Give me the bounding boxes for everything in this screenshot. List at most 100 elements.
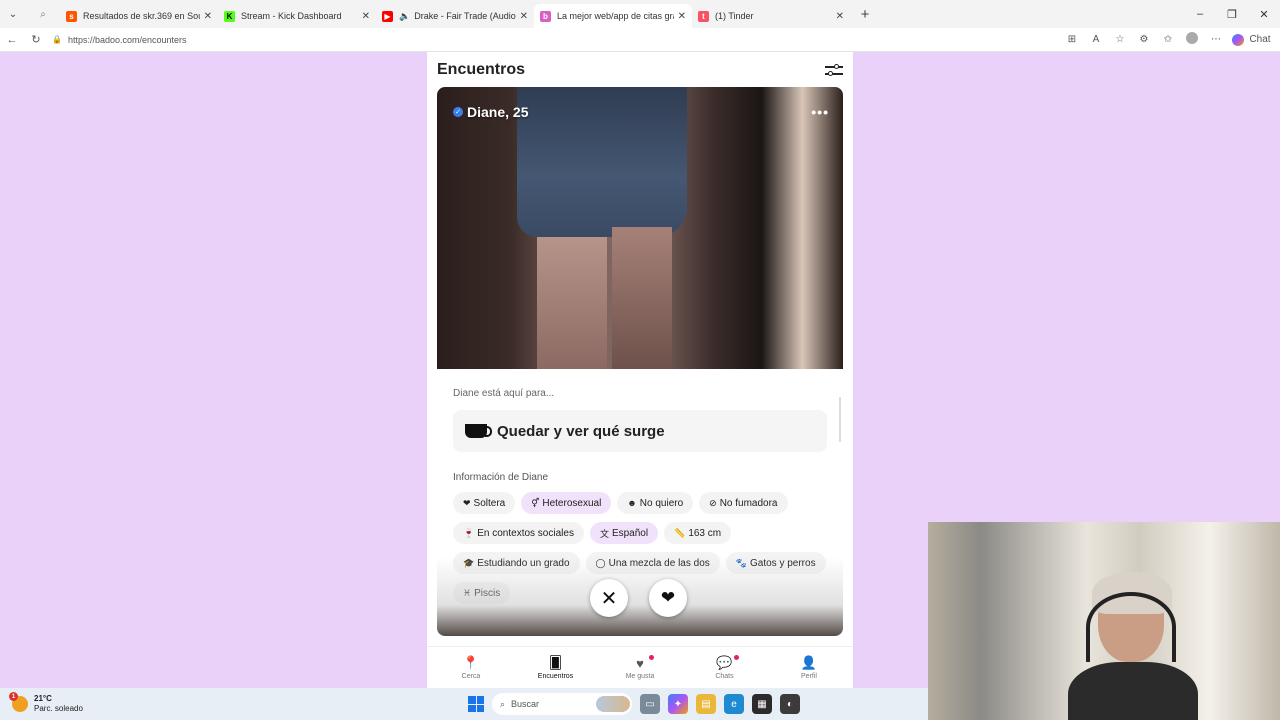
- temperature: 21°C: [34, 694, 52, 703]
- profile-photo[interactable]: ✓ Diane, 25 •••: [437, 87, 843, 369]
- weather-widget[interactable]: 1 21°C Parc. soleado: [9, 692, 83, 714]
- copilot-chat-button[interactable]: Chat: [1232, 33, 1272, 46]
- taskbar-search[interactable]: ⌕ Buscar: [492, 693, 632, 715]
- split-screen-icon[interactable]: ⊞: [1060, 34, 1084, 45]
- nav-item-me-gusta[interactable]: ♥ Me gusta: [610, 647, 670, 688]
- weather-text: 21°C Parc. soleado: [34, 694, 83, 714]
- nav-item-chats[interactable]: 💬 Chats: [695, 647, 755, 688]
- filter-sliders-icon[interactable]: [825, 63, 843, 77]
- windows-start-icon[interactable]: [468, 696, 484, 712]
- read-aloud-icon[interactable]: A: [1084, 34, 1108, 45]
- address-bar-row: ← ↻ 🔒 https://badoo.com/encounters ⊞ A ☆…: [0, 28, 1280, 52]
- favorite-star-icon[interactable]: ☆: [1108, 34, 1132, 45]
- chip-label: 163 cm: [688, 527, 722, 539]
- info-chip: 📏 163 cm: [664, 522, 732, 544]
- info-title: Información de Diane: [453, 472, 549, 483]
- reload-icon[interactable]: ↻: [24, 33, 48, 46]
- heart-icon: ♥: [636, 655, 644, 671]
- copilot-label: Chat: [1249, 34, 1271, 45]
- tab-tinder[interactable]: t (1) Tinder ✕: [692, 4, 850, 28]
- coffee-cup-icon: [465, 424, 492, 438]
- edge-browser-icon[interactable]: e: [724, 694, 744, 714]
- nav-label: Encuentros: [537, 673, 574, 680]
- nav-item-cerca[interactable]: 📍 Cerca: [441, 647, 501, 688]
- speaker-icon[interactable]: 🔈: [399, 11, 410, 22]
- tab-label: (1) Tinder: [715, 11, 754, 21]
- new-tab-plus-icon[interactable]: +: [854, 6, 876, 23]
- profile-name-age: ✓ Diane, 25: [453, 104, 528, 120]
- close-icon[interactable]: ✕: [520, 11, 528, 22]
- tab-soundcloud[interactable]: s Resultados de skr.369 en SoundCl ✕: [60, 4, 218, 28]
- name-age-label: Diane, 25: [467, 104, 529, 120]
- language-icon: 文: [599, 528, 609, 539]
- close-window-icon[interactable]: ✕: [1248, 0, 1280, 28]
- chip-label: Español: [611, 527, 649, 539]
- windows-taskbar: 1 21°C Parc. soleado ⌕ Buscar ▭ ✦ ▤ e ▦ …: [0, 688, 928, 720]
- chip-label: No quiero: [639, 497, 684, 509]
- favorites-icon[interactable]: ✩: [1156, 34, 1180, 45]
- back-arrow-icon[interactable]: ←: [0, 34, 24, 46]
- close-icon[interactable]: ✕: [362, 11, 370, 22]
- chip-label: Soltera: [473, 497, 506, 509]
- soundcloud-favicon-icon: s: [66, 10, 77, 22]
- more-options-icon[interactable]: •••: [811, 104, 829, 120]
- weather-condition: Parc. soleado: [34, 704, 83, 713]
- gender-icon: ⚥: [531, 497, 540, 508]
- lock-icon: 🔒: [52, 35, 62, 44]
- no-smoking-icon: ⊘: [709, 497, 717, 508]
- profile-icon[interactable]: [1180, 32, 1204, 47]
- nav-label: Chats: [715, 673, 734, 680]
- taskbar-apps: ⌕ Buscar ▭ ✦ ▤ e ▦ ◐: [468, 688, 800, 720]
- like-button[interactable]: ❤: [649, 579, 687, 617]
- page-title: Encuentros: [437, 61, 526, 78]
- tab-badoo[interactable]: b La mejor web/app de citas gratis ✕: [534, 4, 692, 28]
- search-highlight-image: [596, 696, 630, 712]
- badoo-favicon-icon: b: [540, 10, 551, 22]
- intent-label: Quedar y ver qué surge: [497, 422, 665, 440]
- address-bar[interactable]: 🔒 https://badoo.com/encounters: [52, 35, 1060, 45]
- minimize-icon[interactable]: –: [1184, 0, 1216, 28]
- webcam-overlay: [928, 522, 1280, 720]
- nav-label: Cerca: [461, 673, 481, 680]
- close-icon[interactable]: ✕: [836, 11, 844, 22]
- close-icon[interactable]: ✕: [678, 11, 686, 22]
- search-icon: ⌕: [500, 698, 506, 709]
- more-menu-icon[interactable]: ⋯: [1204, 34, 1228, 45]
- ruler-icon: 📏: [674, 527, 686, 538]
- nav-label: Me gusta: [625, 673, 655, 680]
- close-icon[interactable]: ✕: [204, 11, 212, 22]
- task-view-icon[interactable]: ▭: [640, 694, 660, 714]
- copilot-taskbar-icon[interactable]: ✦: [668, 694, 688, 714]
- store-icon[interactable]: ▦: [752, 694, 772, 714]
- chip-label: Heterosexual: [542, 497, 602, 509]
- profile-card[interactable]: ✓ Diane, 25 ••• Diane está aquí para... …: [437, 87, 843, 636]
- here-for-label: Diane está aquí para...: [453, 388, 555, 399]
- bottom-fade-overlay: [437, 557, 843, 636]
- nav-label: Perfil: [801, 673, 817, 680]
- tab-label: Stream - Kick Dashboard: [241, 11, 342, 21]
- info-chip: ☻ No quiero: [617, 492, 694, 514]
- file-explorer-icon[interactable]: ▤: [696, 694, 716, 714]
- tab-kick[interactable]: K Stream - Kick Dashboard ✕: [218, 4, 376, 28]
- tab-search-icon[interactable]: ⌕: [26, 0, 60, 28]
- nav-item-perfil[interactable]: 👤 Perfil: [779, 647, 839, 688]
- app-icon[interactable]: ◐: [780, 694, 800, 714]
- chat-icon: 💬: [716, 655, 733, 670]
- baby-icon: ☻: [627, 498, 637, 508]
- tab-label: Resultados de skr.369 en SoundCl: [83, 11, 200, 21]
- browser-toolbar: ⊞ A ☆ ⚙ ✩ ⋯ Chat: [1060, 32, 1272, 47]
- card-scrollbar[interactable]: [839, 397, 841, 442]
- tinder-favicon-icon: t: [698, 10, 709, 22]
- window-controls: – ❐ ✕: [1184, 0, 1280, 28]
- bottom-navigation: 📍 Cerca 🂠 Encuentros ♥ Me gusta 💬 Chats 👤 Perfil: [427, 646, 853, 688]
- nav-item-encuentros[interactable]: 🂠 Encuentros: [526, 647, 586, 688]
- url-text: https://badoo.com/encounters: [67, 34, 187, 45]
- weather-badge: 1: [9, 692, 18, 701]
- youtube-favicon-icon: ▶: [382, 10, 393, 22]
- tab-youtube[interactable]: ▶ 🔈 Drake - Fair Trade (Audio) ft. ✕: [376, 4, 534, 28]
- restore-icon[interactable]: ❐: [1216, 0, 1248, 28]
- pass-button[interactable]: ✕: [590, 579, 628, 617]
- extensions-icon[interactable]: ⚙: [1132, 34, 1156, 45]
- encounters-app: Encuentros ✓ Diane, 25 ••• Diane está aq…: [427, 52, 853, 688]
- tab-actions-chevron-icon[interactable]: ⌄: [0, 0, 26, 28]
